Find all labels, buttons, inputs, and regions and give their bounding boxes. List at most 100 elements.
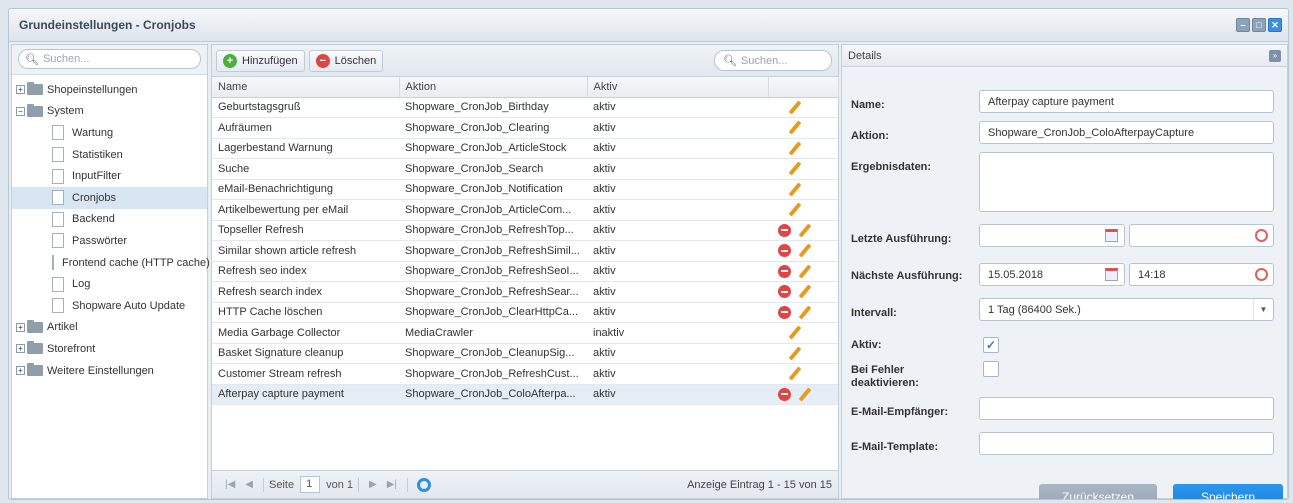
- action-field[interactable]: Shopware_CronJob_ColoAfterpayCapture: [979, 121, 1274, 144]
- chevron-down-icon[interactable]: ▼: [1253, 299, 1273, 320]
- clock-icon[interactable]: [1255, 268, 1268, 281]
- edit-icon[interactable]: [797, 243, 812, 258]
- tree-node[interactable]: Frontend cache (HTTP cache): [12, 252, 210, 274]
- close-icon[interactable]: ✕: [1268, 18, 1282, 32]
- save-button[interactable]: Speichern: [1173, 484, 1283, 499]
- edit-icon[interactable]: [797, 387, 812, 402]
- column-header-action[interactable]: Aktion: [399, 77, 588, 98]
- edit-icon[interactable]: [787, 182, 802, 197]
- table-row[interactable]: Lagerbestand Warnung Shopware_CronJob_Art…: [212, 138, 838, 159]
- cell-action: Shopware_CronJob_ArticleStock: [399, 138, 587, 159]
- tree-node[interactable]: + Weitere Einstellungen: [12, 360, 207, 382]
- edit-icon[interactable]: [787, 366, 802, 381]
- table-row[interactable]: Similar shown article refresh Shopware_Cr…: [212, 240, 838, 262]
- tree-node[interactable]: Statistiken: [12, 144, 207, 166]
- email-template-label: E-Mail-Template:: [851, 441, 939, 453]
- delete-icon[interactable]: [778, 305, 791, 319]
- window-titlebar[interactable]: Grundeinstellungen - Cronjobs: [9, 9, 1288, 42]
- expand-icon[interactable]: +: [16, 85, 25, 95]
- table-row[interactable]: HTTP Cache löschen Shopware_CronJob_Clear…: [212, 302, 838, 323]
- delete-icon[interactable]: [778, 223, 791, 237]
- tree-node[interactable]: − System: [12, 101, 207, 123]
- table-row[interactable]: Artikelbewertung per eMail Shopware_CronJ…: [212, 199, 838, 221]
- table-row[interactable]: eMail-Benachrichtigung Shopware_CronJob_N…: [212, 179, 838, 200]
- edit-icon[interactable]: [787, 120, 802, 135]
- tree-node[interactable]: Wartung: [12, 122, 207, 144]
- active-checkbox[interactable]: ✓: [983, 337, 999, 353]
- calendar-icon[interactable]: [1105, 229, 1118, 242]
- page-number-input[interactable]: 1: [300, 476, 321, 493]
- last-run-time-field[interactable]: [1129, 224, 1274, 247]
- tree-node[interactable]: Shopware Auto Update: [12, 295, 207, 317]
- edit-icon[interactable]: [797, 264, 812, 279]
- prev-page-icon[interactable]: ◀: [245, 479, 253, 490]
- edit-icon[interactable]: [787, 202, 802, 217]
- tree-node[interactable]: InputFilter: [12, 165, 207, 187]
- collapse-panel-icon[interactable]: »: [1269, 50, 1281, 62]
- delete-icon[interactable]: [778, 264, 791, 278]
- expand-icon[interactable]: +: [16, 366, 25, 376]
- last-run-date-field[interactable]: [979, 224, 1125, 247]
- add-button[interactable]: + Hinzufügen: [216, 49, 305, 72]
- result-textarea[interactable]: [979, 152, 1274, 212]
- collapse-icon[interactable]: −: [16, 106, 25, 116]
- table-row[interactable]: Refresh seo index Shopware_CronJob_Refres…: [212, 261, 838, 282]
- tree-node[interactable]: + Storefront: [12, 338, 207, 360]
- tree-node[interactable]: + Artikel: [12, 317, 207, 339]
- cell-action: Shopware_CronJob_RefreshSimil...: [399, 240, 587, 262]
- table-row[interactable]: Afterpay capture payment Shopware_CronJob…: [212, 384, 838, 405]
- column-header-active[interactable]: Aktiv: [587, 77, 769, 98]
- disable-on-error-checkbox[interactable]: [983, 361, 999, 377]
- minimize-icon[interactable]: –: [1236, 18, 1250, 32]
- clock-icon[interactable]: [1255, 229, 1268, 242]
- delete-icon[interactable]: [778, 244, 791, 258]
- table-row[interactable]: Aufräumen Shopware_CronJob_Clearing aktiv: [212, 117, 838, 139]
- edit-icon[interactable]: [787, 161, 802, 176]
- delete-icon[interactable]: [778, 387, 791, 401]
- next-run-date-field[interactable]: 15.05.2018: [979, 263, 1125, 286]
- table-row[interactable]: Basket Signature cleanup Shopware_CronJob…: [212, 343, 838, 364]
- expand-icon[interactable]: +: [16, 322, 25, 332]
- tree-node[interactable]: Cronjobs: [12, 186, 207, 209]
- delete-button[interactable]: − Löschen: [308, 49, 384, 72]
- table-row[interactable]: Geburtstagsgruß Shopware_CronJob_Birthday…: [212, 97, 838, 118]
- edit-icon[interactable]: [787, 346, 802, 361]
- tree-node[interactable]: Backend: [12, 209, 207, 231]
- reset-button[interactable]: Zurücksetzen: [1039, 484, 1157, 499]
- table-row[interactable]: Customer Stream refresh Shopware_CronJob_…: [212, 363, 838, 385]
- interval-select[interactable]: 1 Tag (86400 Sek.) ▼: [979, 298, 1274, 321]
- next-run-time-field[interactable]: 14:18: [1129, 263, 1274, 286]
- cell-action: Shopware_CronJob_RefreshSeoI...: [399, 261, 587, 282]
- window-title: Grundeinstellungen - Cronjobs: [19, 18, 196, 32]
- maximize-icon[interactable]: □: [1252, 18, 1266, 32]
- edit-icon[interactable]: [787, 141, 802, 156]
- edit-icon[interactable]: [787, 325, 802, 340]
- first-page-icon[interactable]: |◀: [225, 479, 235, 490]
- edit-icon[interactable]: [797, 305, 812, 320]
- tree-search-input[interactable]: 🔍︎ Suchen...: [18, 49, 201, 69]
- edit-icon[interactable]: [797, 223, 812, 238]
- table-row[interactable]: Media Garbage Collector MediaCrawler inakt…: [212, 322, 838, 344]
- edit-icon[interactable]: [787, 100, 802, 115]
- cell-name: Lagerbestand Warnung: [212, 138, 399, 159]
- table-row[interactable]: Suche Shopware_CronJob_Search aktiv: [212, 158, 838, 180]
- tree-node[interactable]: Log: [12, 273, 207, 295]
- table-row[interactable]: Topseller Refresh Shopware_CronJob_Refres…: [212, 220, 838, 241]
- edit-icon[interactable]: [797, 284, 812, 299]
- tree-node[interactable]: + Shopeinstellungen: [12, 79, 207, 101]
- cronjob-table: Name Aktion Aktiv Geburtstagsgruß Shopwar…: [212, 77, 839, 405]
- email-recipient-field[interactable]: [979, 397, 1274, 420]
- last-page-icon[interactable]: ▶|: [387, 479, 397, 490]
- column-header-name[interactable]: Name: [212, 77, 400, 98]
- delete-icon[interactable]: [778, 285, 791, 299]
- tree-node-label: System: [47, 105, 84, 118]
- calendar-icon[interactable]: [1105, 268, 1118, 281]
- expand-icon[interactable]: +: [16, 344, 25, 354]
- grid-search-input[interactable]: 🔍︎ Suchen...: [714, 50, 832, 71]
- refresh-icon[interactable]: [417, 477, 431, 492]
- tree-node[interactable]: Passwörter: [12, 230, 207, 252]
- name-field[interactable]: Afterpay capture payment: [979, 90, 1274, 113]
- table-row[interactable]: Refresh search index Shopware_CronJob_Ref…: [212, 281, 838, 303]
- next-page-icon[interactable]: ▶: [369, 479, 377, 490]
- email-template-field[interactable]: [979, 432, 1274, 455]
